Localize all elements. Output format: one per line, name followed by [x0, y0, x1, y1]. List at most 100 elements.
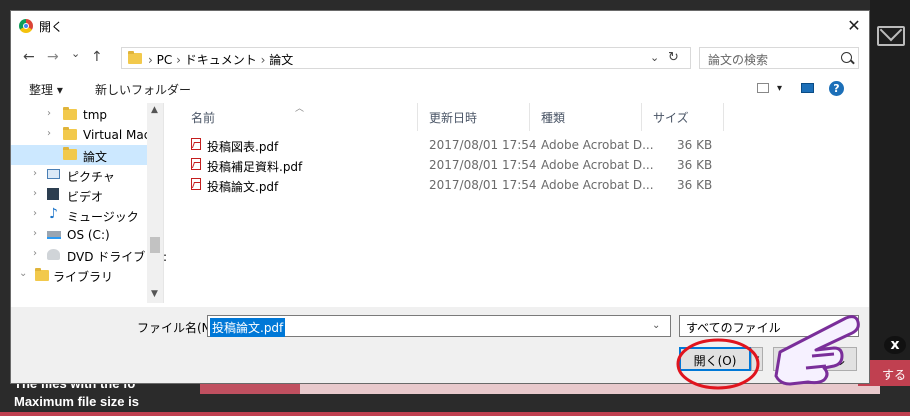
organize-button[interactable]: 整理 ▾	[29, 81, 63, 98]
tree-item-label: ピクチャ	[67, 170, 115, 184]
background-text-line2: Maximum file size is	[14, 394, 139, 409]
file-row[interactable]: 投稿補足資料.pdf 2017/08/01 17:54 Adobe Acroba…	[179, 155, 739, 175]
background-divider	[0, 412, 910, 416]
expand-chevron-icon[interactable]: ›	[33, 188, 37, 199]
view-menu-chevron-icon[interactable]: ▾	[777, 83, 782, 94]
breadcrumb: › PC › ドキュメント › 論文	[148, 51, 293, 68]
breadcrumb-documents[interactable]: ドキュメント	[185, 53, 257, 67]
background-close-button[interactable]: x	[884, 336, 906, 354]
expand-chevron-icon[interactable]: ›	[33, 168, 37, 179]
open-button-label: 開く(O)	[693, 354, 737, 368]
expand-chevron-icon[interactable]: ›	[47, 128, 51, 139]
breadcrumb-separator: ›	[148, 53, 153, 67]
search-icon	[841, 52, 852, 63]
file-size: 36 KB	[677, 178, 713, 192]
dialog-footer: ファイル名(N): 投稿論文.pdf ⌄ すべてのファイル ⌄ 開く(O) ▾ …	[11, 307, 869, 383]
tree-item-label: ミュージック	[67, 210, 139, 224]
back-arrow-icon[interactable]: ←	[23, 49, 35, 65]
view-options-icon[interactable]	[757, 83, 769, 93]
title-bar: 開く ✕	[11, 11, 869, 41]
file-type-select[interactable]: すべてのファイル ⌄	[679, 315, 859, 337]
help-icon[interactable]: ?	[829, 81, 844, 96]
tree-item-music[interactable]: › ♪ ミュージック	[11, 205, 147, 225]
folder-icon	[63, 127, 77, 140]
tree-item-label: ビデオ	[67, 190, 104, 204]
tree-item-label: tmp	[83, 108, 108, 122]
background-right-strip	[870, 0, 910, 416]
preview-pane-icon[interactable]	[801, 83, 814, 93]
tree-item-os-drive[interactable]: › OS (C:)	[11, 225, 147, 245]
breadcrumb-pc[interactable]: PC	[157, 53, 173, 67]
music-icon: ♪	[49, 206, 58, 222]
collapse-chevron-icon[interactable]: ⌄	[19, 268, 27, 279]
sort-ascending-icon: ︿	[295, 104, 305, 114]
chevron-down-icon[interactable]: ⌄	[650, 51, 659, 64]
scroll-up-icon[interactable]: ▲	[151, 105, 158, 115]
mail-icon[interactable]	[877, 26, 905, 46]
scroll-thumb[interactable]	[150, 237, 160, 253]
navigation-bar: ← → ⌄ ↑ › PC › ドキュメント › 論文 ⌄ ↻ 論文の検索	[11, 41, 869, 73]
scroll-down-icon[interactable]: ▼	[151, 289, 158, 299]
tree-item-tmp[interactable]: › tmp	[11, 105, 147, 125]
chevron-down-icon[interactable]: ⌄	[844, 320, 852, 331]
up-arrow-icon[interactable]: ↑	[91, 49, 103, 65]
column-header-type[interactable]: 種類	[541, 109, 565, 126]
tree-item-label: ライブラリ	[53, 270, 114, 284]
tree-item-pictures[interactable]: › ピクチャ	[11, 165, 147, 185]
filename-value: 投稿論文.pdf	[210, 318, 286, 337]
address-bar[interactable]: › PC › ドキュメント › 論文 ⌄ ↻	[121, 47, 691, 69]
column-divider[interactable]	[641, 103, 642, 131]
expand-chevron-icon[interactable]: ›	[33, 228, 37, 239]
tree-scrollbar[interactable]: ▲ ▼	[147, 103, 163, 303]
file-row[interactable]: 投稿論文.pdf 2017/08/01 17:54 Adobe Acrobat …	[179, 175, 739, 195]
file-type-value: すべてのファイル	[686, 321, 781, 335]
file-modified: 2017/08/01 17:54	[429, 178, 537, 192]
column-header-modified[interactable]: 更新日時	[429, 109, 477, 126]
tree-item-libraries[interactable]: ⌄ ライブラリ	[11, 265, 147, 285]
tree-item-dvd-drive[interactable]: › DVD ドライブ (D:	[11, 245, 167, 265]
filename-input[interactable]: 投稿論文.pdf ⌄	[207, 315, 671, 337]
column-divider[interactable]	[723, 103, 724, 131]
pdf-file-icon	[191, 158, 201, 170]
pdf-file-icon	[191, 138, 201, 150]
expand-chevron-icon[interactable]: ›	[47, 108, 51, 119]
open-dropdown-button[interactable]: ▾	[751, 347, 763, 371]
breadcrumb-papers[interactable]: 論文	[269, 53, 293, 67]
refresh-icon[interactable]: ↻	[668, 50, 679, 65]
file-name: 投稿補足資料.pdf	[207, 160, 303, 174]
dialog-title: 開く	[39, 20, 64, 34]
column-divider[interactable]	[529, 103, 530, 131]
chevron-down-icon[interactable]: ⌄	[652, 320, 660, 331]
expand-chevron-icon[interactable]: ›	[33, 208, 37, 219]
file-row[interactable]: 投稿図表.pdf 2017/08/01 17:54 Adobe Acrobat …	[179, 135, 739, 155]
column-header-size[interactable]: サイズ	[653, 109, 689, 126]
drive-icon	[47, 231, 61, 239]
file-list: 名前 ︿ 更新日時 種類 サイズ 投稿図表.pdf 2017/08/01 17:…	[179, 103, 869, 303]
search-input[interactable]: 論文の検索	[699, 47, 859, 69]
tree-item-label: 論文	[83, 150, 108, 164]
new-folder-button[interactable]: 新しいフォルダー	[95, 81, 191, 98]
chrome-icon	[19, 19, 33, 33]
folder-icon	[63, 107, 77, 120]
file-size: 36 KB	[677, 158, 713, 172]
tree-item-papers[interactable]: 論文	[11, 145, 147, 165]
forward-arrow-icon[interactable]: →	[47, 49, 59, 65]
cancel-button[interactable]: キャンセル	[773, 347, 857, 371]
file-size: 36 KB	[677, 138, 713, 152]
recent-locations-icon[interactable]: ⌄	[71, 47, 80, 60]
tree-item-virtual-machines[interactable]: › Virtual Machi	[11, 125, 161, 145]
column-header-name[interactable]: 名前	[191, 109, 215, 126]
library-icon	[35, 268, 49, 281]
column-divider[interactable]	[417, 103, 418, 131]
toolbar: 整理 ▾ 新しいフォルダー ▾ ?	[11, 75, 869, 101]
file-type: Adobe Acrobat D...	[541, 138, 654, 152]
pictures-icon	[47, 169, 60, 179]
breadcrumb-separator: ›	[260, 53, 266, 67]
pdf-file-icon	[191, 178, 201, 190]
open-button[interactable]: 開く(O)	[679, 347, 751, 371]
file-type: Adobe Acrobat D...	[541, 178, 654, 192]
close-button[interactable]: ✕	[843, 15, 865, 37]
tree-item-videos[interactable]: › ビデオ	[11, 185, 147, 205]
expand-chevron-icon[interactable]: ›	[33, 248, 37, 259]
folder-icon	[63, 147, 77, 160]
